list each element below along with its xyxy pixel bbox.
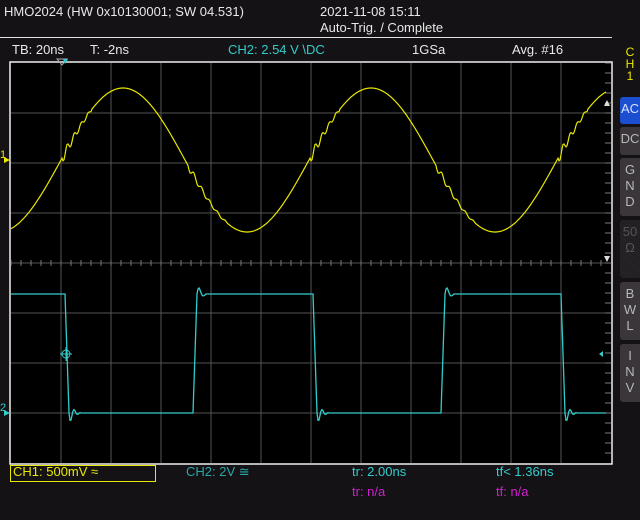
coupling-ac-button[interactable]: AC xyxy=(620,97,640,124)
ch2-scale[interactable]: CH2: 2V ≅ xyxy=(186,464,250,480)
ch2-fall-time: tf< 1.36ns xyxy=(496,464,554,479)
impedance-50-ohm-button[interactable]: 50 Ω xyxy=(620,220,640,278)
bandwidth-limit-button[interactable]: B W L xyxy=(620,282,640,340)
ch1-marker: 1 xyxy=(0,149,6,161)
invert-button[interactable]: I N V xyxy=(620,344,640,402)
ch2-rise-time: tr: 2.00ns xyxy=(352,464,407,479)
waveform-display[interactable]: 1 2 xyxy=(0,0,640,520)
side-menu-channel-label: CH1 xyxy=(625,45,635,83)
math-rise-time: tr: n/a xyxy=(352,484,386,499)
coupling-dc-button[interactable]: DC xyxy=(620,127,640,155)
math-fall-time: tf: n/a xyxy=(496,484,529,499)
ch2-marker: 2 xyxy=(0,402,6,414)
ch1-scale[interactable]: CH1: 500mV ≈ xyxy=(13,464,98,479)
coupling-gnd-button[interactable]: G N D xyxy=(620,158,640,216)
